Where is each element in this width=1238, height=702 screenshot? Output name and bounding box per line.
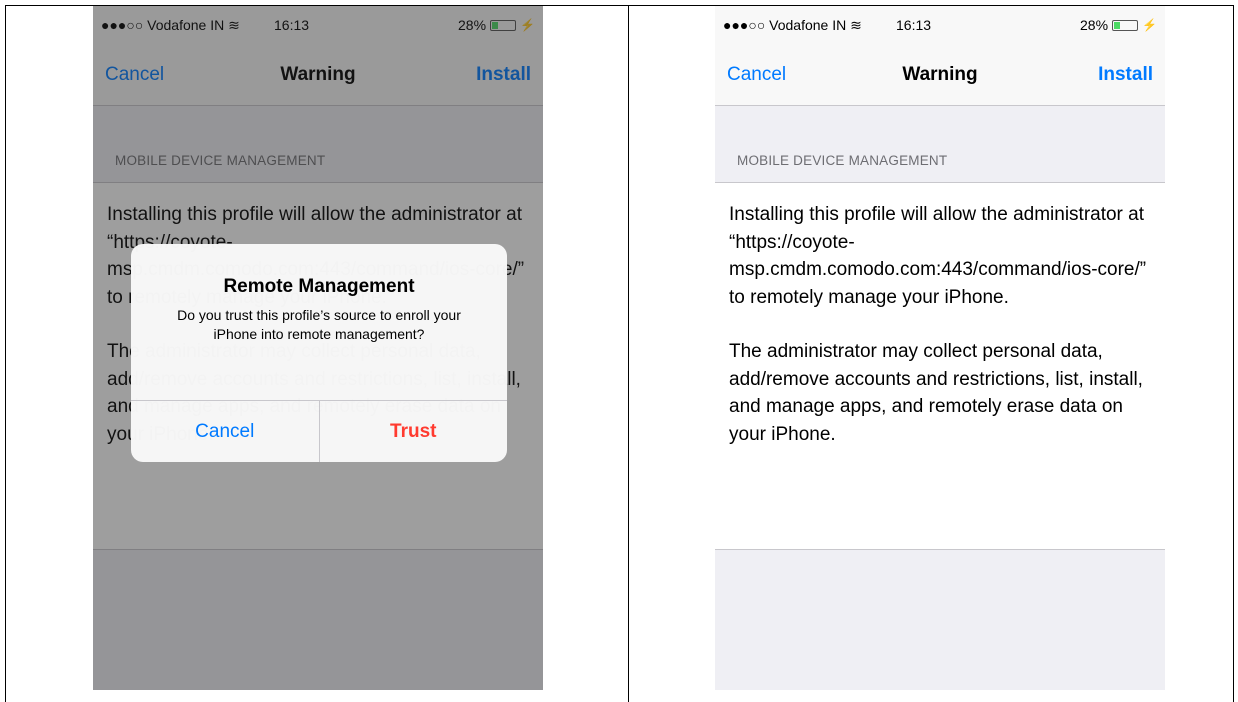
alert-cancel-button[interactable]: Cancel	[131, 401, 320, 462]
install-button[interactable]: Install	[1098, 64, 1153, 86]
wifi-icon: ≋	[850, 17, 862, 33]
status-time: 16:13	[896, 17, 932, 33]
status-carrier: ●●●○○ Vodafone IN ≋	[723, 17, 862, 33]
column-divider	[628, 5, 629, 702]
section-header: MOBILE DEVICE MANAGEMENT	[737, 153, 948, 168]
battery-percent: 28%	[1080, 17, 1109, 33]
alert-trust-button[interactable]: Trust	[320, 401, 508, 462]
alert-message: Do you trust this profile’s source to en…	[177, 307, 461, 342]
phone-screenshot-alert: ●●●○○ Vodafone IN ≋ 16:13 28% ⚡ Cancel W…	[93, 6, 543, 690]
battery-fill	[1114, 21, 1121, 29]
battery-icon	[1112, 19, 1139, 31]
status-battery: 28% ⚡	[1080, 17, 1157, 33]
navigation-bar: Cancel Warning Install	[715, 44, 1165, 106]
alert-button-row: Cancel Trust	[131, 400, 507, 462]
remote-management-alert: Remote Management Do you trust this prof…	[131, 244, 507, 462]
profile-description-card: Installing this profile will allow the a…	[715, 182, 1165, 550]
alert-title: Remote Management	[223, 276, 415, 297]
charging-icon: ⚡	[1142, 18, 1157, 32]
description-paragraph-1: Installing this profile will allow the a…	[729, 204, 1147, 308]
description-paragraph-2: The administrator may collect personal d…	[729, 341, 1143, 445]
status-bar: ●●●○○ Vodafone IN ≋ 16:13 28% ⚡	[715, 6, 1165, 44]
phone-screenshot-warning: ●●●○○ Vodafone IN ≋ 16:13 28% ⚡ Cancel W…	[715, 6, 1165, 690]
